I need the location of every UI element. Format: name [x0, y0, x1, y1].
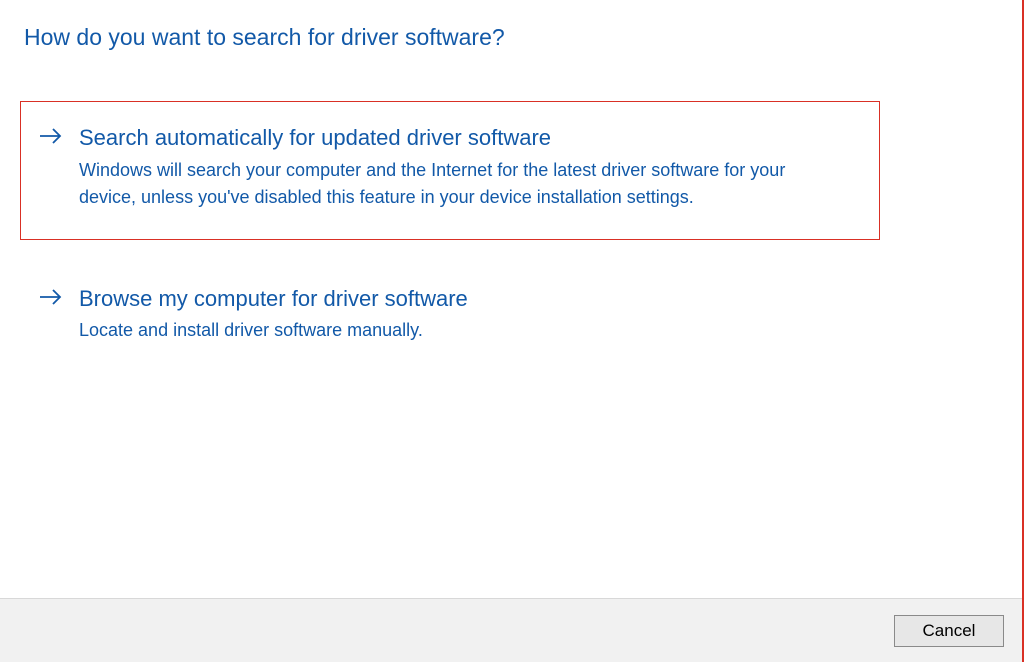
arrow-right-icon — [39, 127, 69, 151]
page-title: How do you want to search for driver sof… — [20, 24, 1002, 51]
option-search-automatically[interactable]: Search automatically for updated driver … — [20, 101, 880, 240]
option-description: Windows will search your computer and th… — [79, 157, 829, 211]
dialog-footer: Cancel — [0, 598, 1022, 662]
option-browse-computer[interactable]: Browse my computer for driver software L… — [20, 262, 880, 374]
arrow-right-icon — [39, 288, 69, 312]
option-description: Locate and install driver software manua… — [79, 317, 829, 344]
option-text-wrapper: Browse my computer for driver software L… — [79, 285, 859, 345]
dialog-content: How do you want to search for driver sof… — [0, 0, 1022, 596]
option-title: Browse my computer for driver software — [79, 285, 859, 314]
option-text-wrapper: Search automatically for updated driver … — [79, 124, 859, 211]
cancel-button[interactable]: Cancel — [894, 615, 1004, 647]
option-title: Search automatically for updated driver … — [79, 124, 859, 153]
